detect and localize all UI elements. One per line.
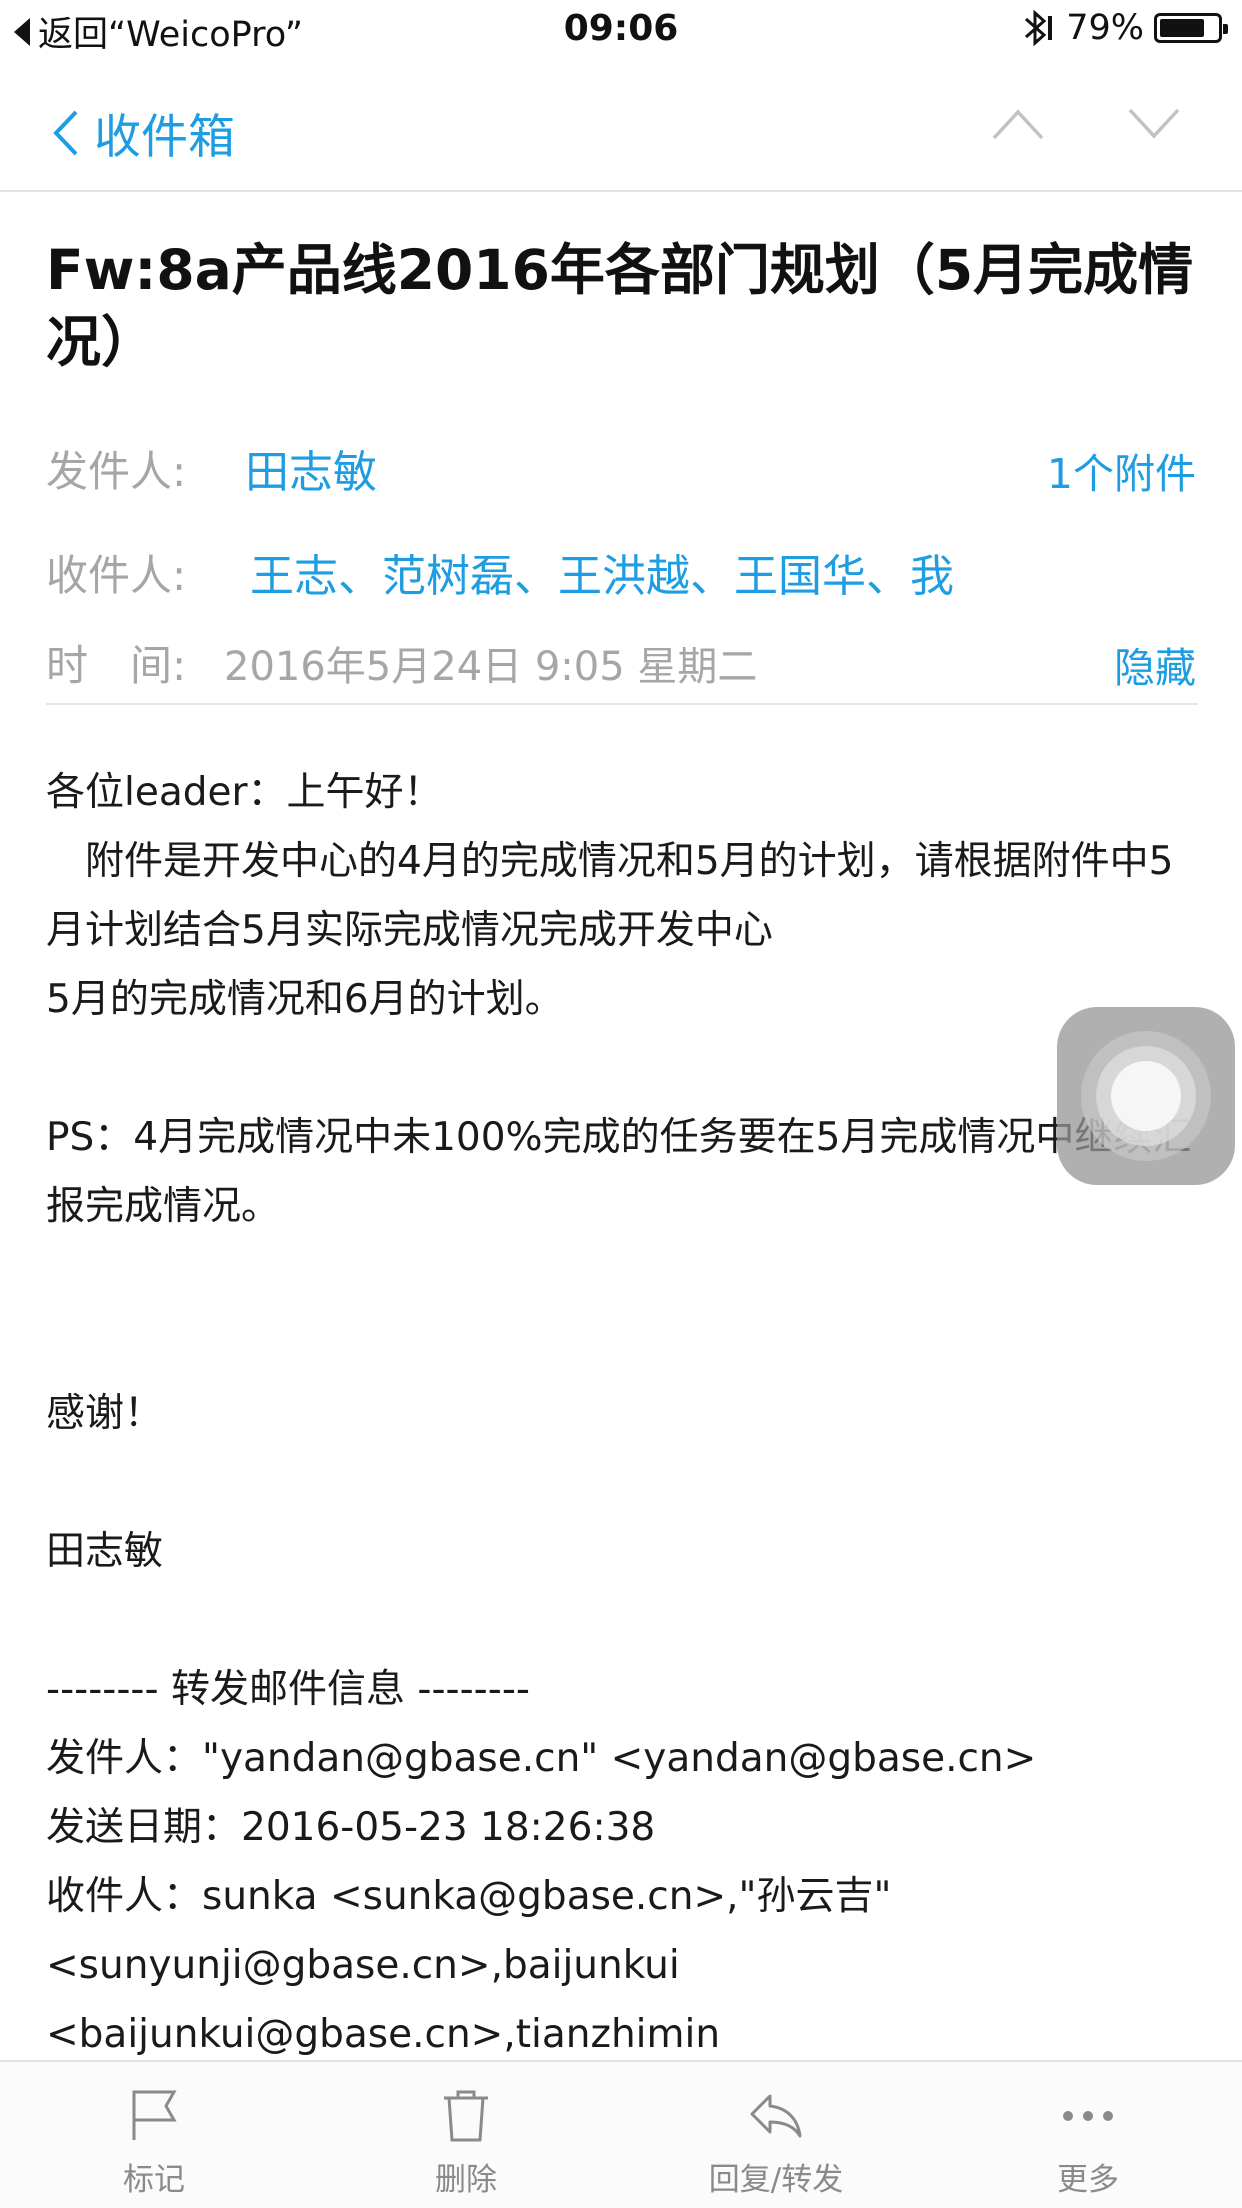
reply-forward-label: 回复/转发 [708, 2162, 844, 2198]
delete-label: 删除 [435, 2162, 497, 2198]
body-paragraph: 附件是开发中心的4月的完成情况和5月的计划，请根据附件中5月计划结合5月实际完成… [46, 839, 1174, 953]
more-label: 更多 [1057, 2162, 1119, 2198]
forward-to-line-2: <sunyunji@gbase.cn>,baijunkui [46, 1943, 680, 1988]
divider [46, 703, 1198, 705]
recipients-label: 收件人: [46, 551, 187, 600]
forward-to-line-3: <baijunkui@gbase.cn>,tianzhimin [46, 2012, 721, 2057]
battery-icon [1154, 13, 1228, 43]
time-row: 时 间: 2016年5月24日 9:05 星期二 隐藏 [46, 622, 1196, 692]
forward-header: -------- 转发邮件信息 -------- [46, 1667, 530, 1712]
bottom-toolbar: 标记 删除 回复/转发 更多 [0, 2060, 1242, 2208]
forward-to-line-1: 收件人：sunka <sunka@gbase.cn>,"孙云吉" [46, 1874, 892, 1919]
next-mail-chevron-down-icon[interactable] [1126, 106, 1182, 142]
delete-button[interactable]: 删除 [366, 2062, 566, 2208]
nav-bar: 收件箱 [0, 62, 1242, 192]
forward-date: 发送日期：2016-05-23 18:26:38 [46, 1805, 656, 1850]
flag-icon [132, 2090, 177, 2140]
attachments-link[interactable]: 1个附件 [1047, 440, 1196, 500]
forward-from: 发件人："yandan@gbase.cn" <yandan@gbase.cn> [46, 1736, 1037, 1781]
status-bar: 返回“WeicoPro” 09:06 79% [0, 0, 1242, 62]
status-indicators: 79% [1018, 8, 1228, 48]
flag-button[interactable]: 标记 [54, 2062, 254, 2208]
more-button[interactable]: 更多 [988, 2062, 1188, 2208]
email-subject: Fw:8a产品线2016年各部门规划（5月完成情况） [46, 238, 1194, 374]
sender-name[interactable]: 田志敏 [245, 436, 377, 500]
bluetooth-icon [1025, 9, 1053, 47]
email-body: 各位leader：上午好！ 附件是开发中心的4月的完成情况和5月的计划，请根据附… [46, 758, 1206, 2069]
back-label: 收件箱 [94, 110, 235, 165]
signature: 田志敏 [46, 1529, 164, 1574]
battery-percent: 79% [1066, 8, 1144, 48]
thanks: 感谢！ [46, 1391, 164, 1436]
flag-label: 标记 [123, 2162, 185, 2198]
reply-forward-button[interactable]: 回复/转发 [676, 2062, 876, 2208]
chevron-left-icon [53, 110, 78, 155]
sender-label: 发件人: [46, 447, 187, 496]
previous-mail-chevron-up-icon[interactable] [990, 106, 1046, 142]
hide-details-button[interactable]: 隐藏 [1114, 634, 1196, 694]
reply-icon [750, 2094, 802, 2138]
greeting: 各位leader：上午好！ [46, 770, 443, 815]
sender-row: 发件人: 田志敏 1个附件 [46, 428, 1196, 498]
sent-time: 2016年5月24日 9:05 星期二 [224, 644, 758, 690]
back-to-inbox-button[interactable]: 收件箱 [50, 98, 235, 167]
trash-icon [444, 2090, 488, 2142]
time-label: 时 间: [46, 641, 187, 690]
recipients-row: 收件人: 王志、范树磊、王洪越、王国华、我 [46, 532, 1196, 602]
more-dots-icon [1063, 2111, 1113, 2121]
body-paragraph-continued: 5月的完成情况和6月的计划。 [46, 977, 564, 1022]
ps-note: PS：4月完成情况中未100%完成的任务要在5月完成情况中继续汇报完成情况。 [46, 1115, 1192, 1229]
battery-fill [1160, 19, 1205, 37]
recipients-list[interactable]: 王志、范树磊、王洪越、王国华、我 [250, 540, 954, 604]
assistive-touch-button[interactable] [1057, 1007, 1235, 1185]
